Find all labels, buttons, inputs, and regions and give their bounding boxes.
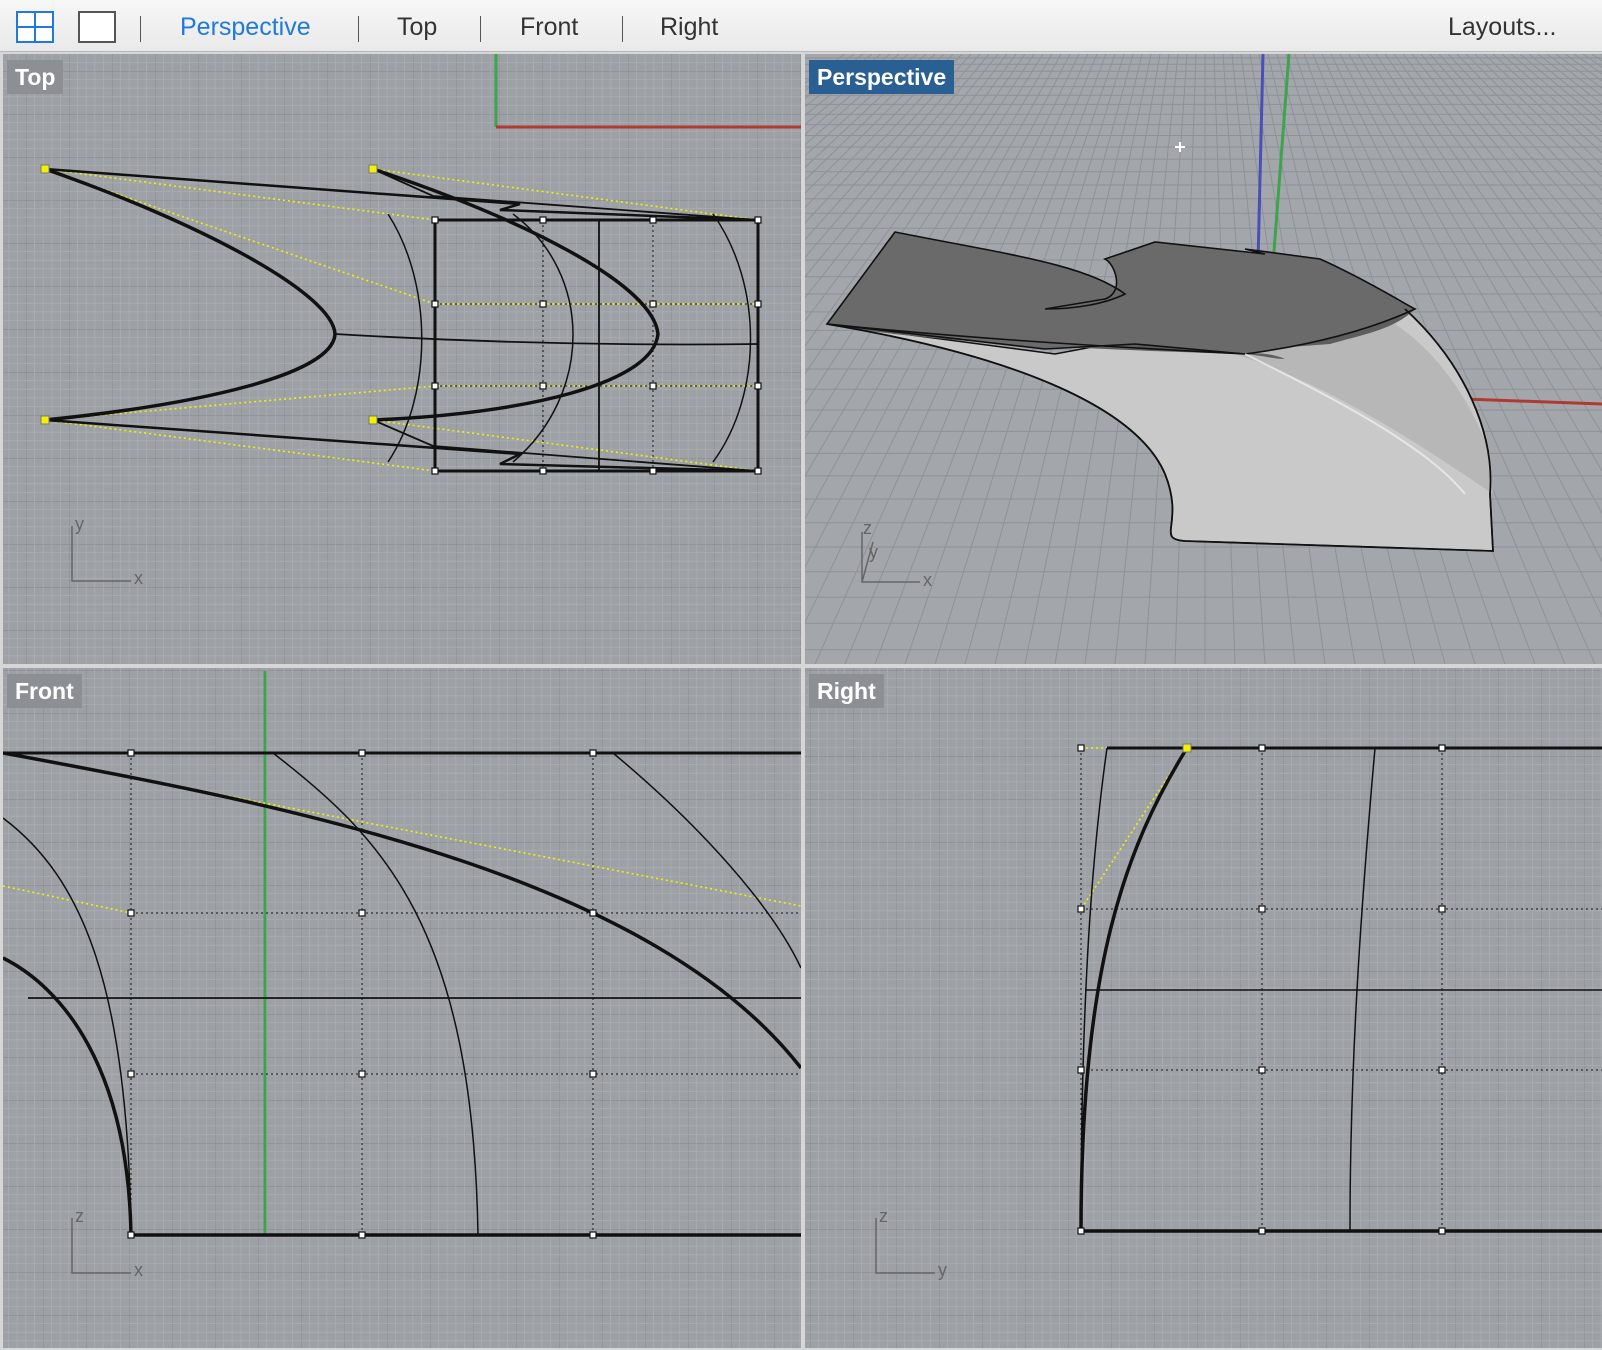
tab-perspective[interactable]: Perspective [180, 13, 311, 42]
axis-label-v: z [75, 1206, 84, 1226]
axis-label-v: z [879, 1206, 888, 1226]
viewport-title-right[interactable]: Right [809, 674, 884, 708]
toolbar-separator [140, 16, 141, 42]
tab-front[interactable]: Front [520, 13, 578, 42]
toolbar-separator [480, 16, 481, 42]
axis-label-h: x [923, 570, 932, 590]
viewport-toolbar: Perspective Top Front Right Layouts... [0, 0, 1602, 52]
viewport-front[interactable]: z x Front [3, 668, 801, 1348]
axis-label-d: y [869, 542, 878, 562]
viewport-title-top[interactable]: Top [7, 60, 64, 94]
layouts-button[interactable]: Layouts... [1448, 13, 1556, 42]
viewport-perspective[interactable]: z y x Perspective [805, 54, 1602, 664]
single-viewport-layout-icon[interactable] [77, 10, 117, 44]
toolbar-separator [358, 16, 359, 42]
viewport-top[interactable]: y x Top [3, 54, 801, 664]
viewport-title-perspective[interactable]: Perspective [809, 60, 955, 94]
axis-label-h: x [134, 1260, 143, 1280]
viewport-right[interactable]: z y Right [805, 668, 1602, 1348]
axis-label-h: x [134, 568, 143, 588]
tab-right[interactable]: Right [660, 13, 718, 42]
selected-control-point[interactable] [1182, 743, 1192, 753]
four-viewport-layout-icon[interactable] [15, 10, 55, 44]
tab-top[interactable]: Top [397, 13, 437, 42]
axis-label-v: z [863, 518, 872, 538]
axis-label-v: y [75, 514, 84, 534]
viewport-title-front[interactable]: Front [7, 674, 82, 708]
axis-label-h: y [938, 1260, 947, 1280]
toolbar-separator [622, 16, 623, 42]
